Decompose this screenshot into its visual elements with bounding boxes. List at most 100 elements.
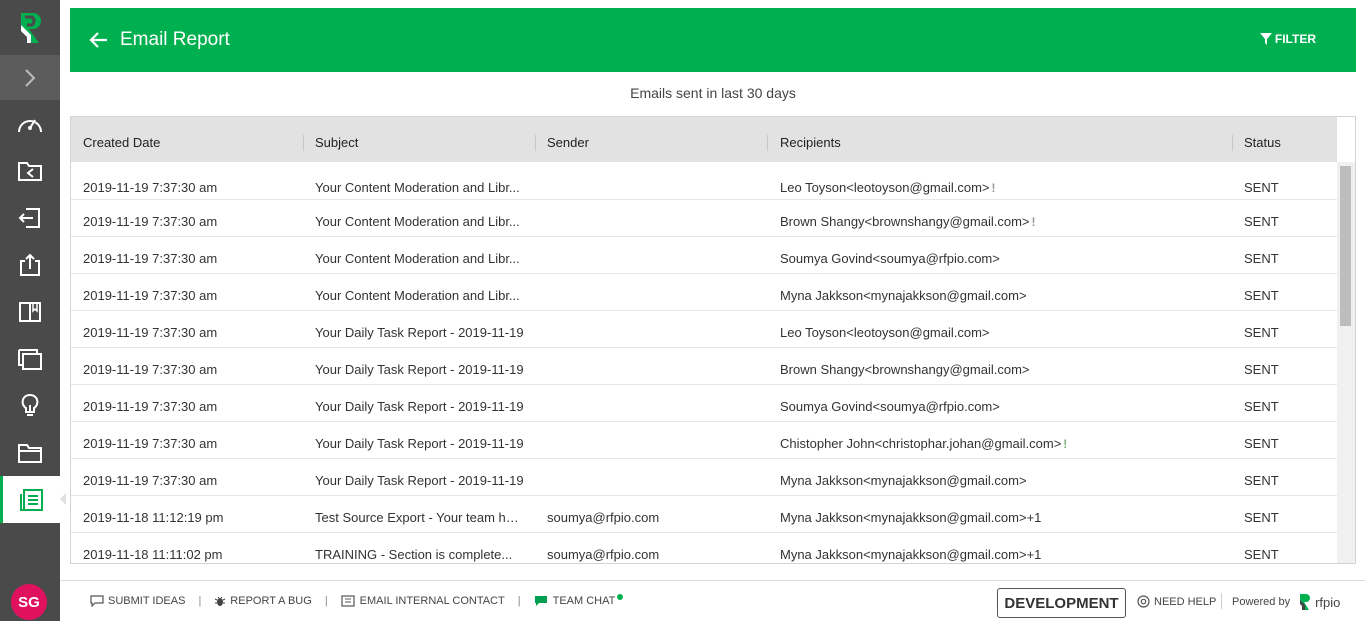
logo[interactable] [0, 0, 60, 55]
column-header-subject[interactable]: Subject [303, 117, 535, 162]
column-header-sender[interactable]: Sender [535, 117, 767, 162]
cell-status-text: SENT [1244, 180, 1279, 195]
rfpio-small-logo-icon [1300, 594, 1311, 610]
reports-icon [19, 488, 43, 511]
column-header-status[interactable]: Status [1232, 117, 1337, 162]
sidebar-item-library[interactable] [0, 288, 60, 335]
table-row[interactable]: 2019-11-19 7:37:30 am Your Daily Task Rep… [71, 422, 1337, 459]
cell-status-text: SENT [1244, 288, 1279, 303]
sidebar-item-projects[interactable] [0, 147, 60, 194]
sidebar-item-export[interactable] [0, 241, 60, 288]
table-row[interactable]: 2019-11-19 7:37:30 am Your Content Modera… [71, 237, 1337, 274]
powered-by: Powered by rfpio [1232, 593, 1340, 611]
cell-recipients: Soumya Govind<soumya@rfpio.com> [768, 237, 1222, 273]
cell-created-date: 2019-11-19 7:37:30 am [71, 385, 293, 421]
library-icon [19, 301, 41, 322]
cell-sender [535, 311, 757, 347]
table-row[interactable]: 2019-11-19 7:37:30 am Your Daily Task Rep… [71, 348, 1337, 385]
cell-created-date-text: 2019-11-19 7:37:30 am [83, 473, 218, 488]
comment-icon [90, 595, 104, 607]
cell-sender-text: soumya@rfpio.com [547, 510, 660, 525]
sidebar-item-reports[interactable] [0, 476, 66, 523]
email-internal-contact-link[interactable]: EMAIL INTERNAL CONTACT [341, 595, 505, 607]
need-help-link[interactable]: NEED HELP [1137, 595, 1216, 608]
cell-recipients-text: Leo Toyson<leotoyson@gmail.com> [780, 180, 990, 195]
cell-status-text: SENT [1244, 362, 1279, 377]
report-subtitle: Emails sent in last 30 days [630, 85, 796, 101]
table-body: 2019-11-19 7:37:30 am Your Content Modera… [71, 162, 1337, 563]
cell-subject-text: Your Daily Task Report - 2019-11-19 [315, 473, 524, 488]
brand-name: rfpio [1315, 594, 1341, 610]
rfpio-logo-icon [21, 12, 41, 43]
folder-icon [18, 443, 42, 463]
cell-status-text: SENT [1244, 510, 1279, 525]
warning-icon[interactable]: ! [1063, 437, 1067, 451]
report-bug-link[interactable]: REPORT A BUG [214, 595, 312, 607]
cell-sender [535, 385, 757, 421]
cell-created-date: 2019-11-19 7:37:30 am [71, 274, 293, 310]
table-row[interactable]: 2019-11-19 7:37:30 am Your Daily Task Rep… [71, 385, 1337, 422]
dashboard-icon [18, 118, 42, 132]
cell-recipients: Soumya Govind<soumya@rfpio.com> [768, 385, 1222, 421]
cell-status-text: SENT [1244, 436, 1279, 451]
footer-divider [1221, 593, 1222, 609]
ideas-icon [21, 393, 39, 416]
cell-status-text: SENT [1244, 214, 1279, 229]
table-row[interactable]: 2019-11-19 7:37:30 am Your Content Modera… [71, 162, 1337, 200]
cell-recipients-text: Myna Jakkson<mynajakkson@gmail.com> [780, 288, 1027, 303]
table-row[interactable]: 2019-11-19 7:37:30 am Your Daily Task Rep… [71, 459, 1337, 496]
cell-created-date-text: 2019-11-19 7:37:30 am [83, 325, 218, 340]
table-row[interactable]: 2019-11-18 11:11:02 pm TRAINING - Section… [71, 533, 1337, 563]
footer-separator: | [198, 595, 202, 607]
table-row[interactable]: 2019-11-18 11:12:19 pm Test Source Export… [71, 496, 1337, 533]
sidebar-item-ideas[interactable] [0, 382, 60, 429]
cell-sender-text: soumya@rfpio.com [547, 547, 660, 562]
lifebuoy-icon [1137, 595, 1150, 608]
sidebar-item-collections[interactable] [0, 335, 60, 382]
cell-sender [535, 237, 757, 273]
sidebar-item-import[interactable] [0, 194, 60, 241]
team-chat-link[interactable]: TEAM CHAT [534, 594, 624, 607]
submit-ideas-link[interactable]: SUBMIT IDEAS [90, 595, 185, 607]
cell-created-date: 2019-11-19 7:37:30 am [71, 162, 293, 199]
table-row[interactable]: 2019-11-19 7:37:30 am Your Content Modera… [71, 200, 1337, 237]
cell-recipients-text: Myna Jakkson<mynajakkson@gmail.com>+1 [780, 510, 1042, 525]
sidebar: SG [0, 0, 66, 621]
cell-recipients: Myna Jakkson<mynajakkson@gmail.com> [768, 459, 1222, 495]
user-avatar[interactable]: SG [11, 584, 47, 620]
sidebar-expand-button[interactable] [0, 55, 60, 100]
email-report-table: Created Date Subject Sender Recipients S… [70, 116, 1356, 564]
table-row[interactable]: 2019-11-19 7:37:30 am Your Daily Task Rep… [71, 311, 1337, 348]
cell-sender [535, 422, 757, 458]
online-status-dot [617, 594, 624, 600]
cell-subject-text: Your Daily Task Report - 2019-11-19 [315, 325, 524, 340]
cell-status: SENT [1232, 422, 1327, 458]
app-root: SG Email Report FILTER Emails sent in la… [0, 0, 1365, 621]
table-scrollbar[interactable] [1337, 162, 1355, 563]
filter-label: FILTER [1274, 32, 1316, 46]
cell-subject: Your Content Moderation and Libr... [303, 237, 525, 273]
filter-button[interactable]: FILTER [1259, 32, 1316, 46]
column-header-recipients[interactable]: Recipients [768, 117, 1232, 162]
sidebar-item-dashboard[interactable] [0, 100, 60, 147]
cell-status-text: SENT [1244, 473, 1279, 488]
cell-sender [535, 200, 757, 236]
cell-recipients: Myna Jakkson<mynajakkson@gmail.com>+1 [768, 496, 1222, 532]
warning-icon[interactable]: ! [1032, 215, 1036, 229]
cell-sender: soumya@rfpio.com [535, 533, 757, 563]
warning-icon[interactable]: ! [992, 181, 996, 195]
cell-status: SENT [1232, 200, 1327, 236]
column-header-created-date[interactable]: Created Date [71, 117, 303, 162]
table-row[interactable]: 2019-11-19 7:37:30 am Your Content Modera… [71, 274, 1337, 311]
scrollbar-thumb[interactable] [1340, 166, 1351, 326]
cell-recipients: Myna Jakkson<mynajakkson@gmail.com> [768, 274, 1222, 310]
cell-created-date: 2019-11-19 7:37:30 am [71, 311, 293, 347]
back-arrow-icon[interactable] [88, 29, 110, 51]
cell-status: SENT [1232, 162, 1327, 199]
sidebar-item-folder[interactable] [0, 429, 60, 476]
page-header: Email Report FILTER [70, 8, 1356, 72]
chevron-right-icon [25, 68, 36, 87]
cell-recipients-text: Myna Jakkson<mynajakkson@gmail.com> [780, 473, 1027, 488]
cell-subject: Your Content Moderation and Libr... [303, 162, 525, 199]
cell-status: SENT [1232, 237, 1327, 273]
